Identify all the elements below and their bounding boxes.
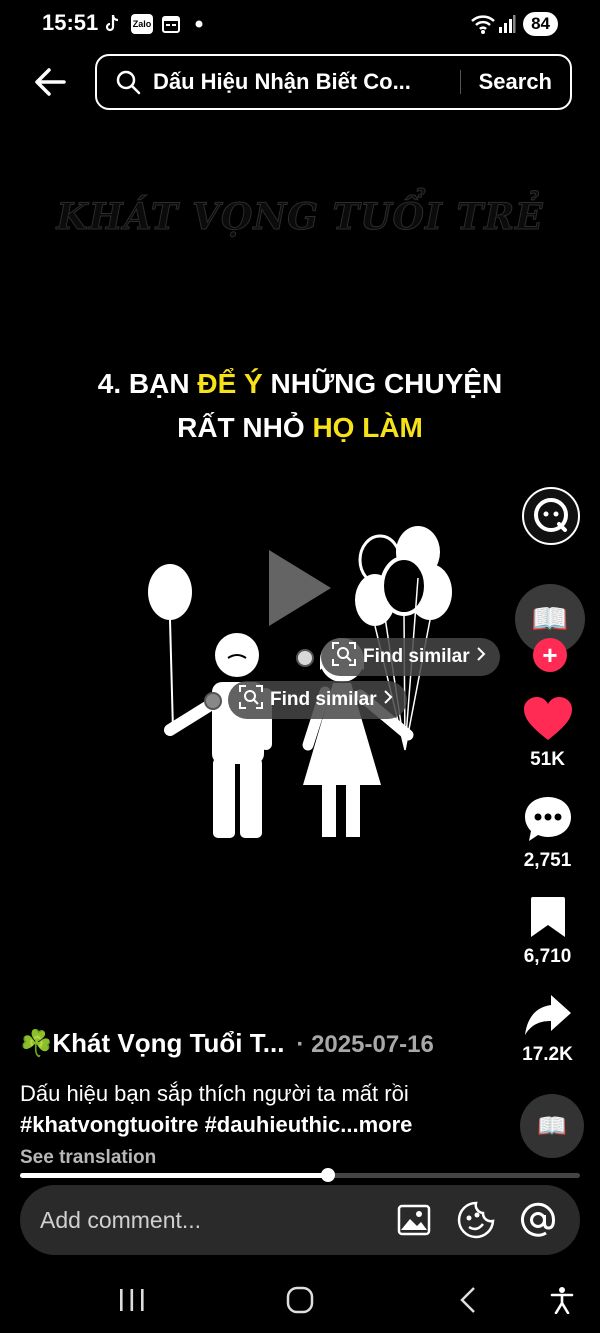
battery-indicator: 84: [523, 12, 558, 36]
chevron-right-icon: [383, 689, 393, 711]
hashtags[interactable]: #khatvongtuoitre #dauhieuthic...: [20, 1112, 359, 1137]
headline-highlight: HỌ LÀM: [312, 412, 423, 443]
chevron-right-icon: [476, 646, 486, 668]
recent-apps-button[interactable]: [110, 1280, 154, 1320]
back-button[interactable]: [30, 62, 70, 102]
author-line: ☘️Khát Vọng Tuổi T... · 2025-07-16: [20, 1028, 434, 1059]
progress-fill: [20, 1173, 328, 1178]
heart-icon: [523, 697, 572, 740]
comment-action[interactable]: 2,751: [495, 795, 600, 872]
more-notifications-dot: [189, 14, 209, 34]
image-icon[interactable]: [394, 1200, 434, 1240]
play-button[interactable]: [265, 548, 335, 628]
share-count: 17.2K: [522, 1044, 573, 1065]
comment-count: 2,751: [523, 850, 572, 871]
arrow-left-icon: [35, 68, 66, 96]
search-button[interactable]: Search: [479, 69, 552, 95]
bookmark-icon: [530, 897, 565, 937]
search-box: Dấu Hiệu Nhận Biết Co... Search: [95, 54, 572, 110]
mention-icon[interactable]: [518, 1200, 558, 1240]
see-translation-link[interactable]: See translation: [20, 1147, 156, 1169]
ai-search-button[interactable]: [521, 486, 581, 546]
find-similar-label: Find similar: [363, 646, 470, 667]
caption-text: Dấu hiệu bạn sắp thích người ta mất rồi: [20, 1081, 409, 1106]
status-time: 15:51: [42, 10, 99, 35]
comment-input[interactable]: Add comment...: [40, 1207, 394, 1234]
home-icon: [286, 1286, 314, 1314]
chevron-left-icon: [460, 1287, 475, 1313]
music-disc[interactable]: 📖: [520, 1094, 584, 1158]
progress-handle[interactable]: [321, 1168, 335, 1182]
find-similar-button[interactable]: Find similar: [321, 638, 500, 676]
zalo-icon: Zalo: [131, 14, 153, 34]
search-divider: [459, 70, 461, 94]
video-headline: 4. BẠN ĐỂ Ý NHỮNG CHUYỆN RẤT NHỎ HỌ LÀM: [0, 362, 600, 450]
find-similar-button[interactable]: Find similar: [228, 681, 407, 719]
recent-apps-icon: [120, 1289, 144, 1311]
search-icon: [115, 69, 141, 95]
visual-search-icon: [238, 684, 264, 716]
share-action[interactable]: 17.2K: [495, 993, 600, 1066]
post-date: · 2025-07-16: [296, 1031, 434, 1058]
visual-search-icon: [331, 641, 357, 673]
bookmark-count: 6,710: [523, 946, 572, 967]
headline-text: 4. BẠN: [97, 368, 198, 399]
signal-icon: [498, 14, 516, 39]
like-count: 51K: [530, 749, 565, 770]
notification-icons: Zalo: [103, 14, 209, 34]
home-button[interactable]: [278, 1280, 322, 1320]
book-icon: 📖: [531, 602, 569, 636]
find-similar-label: Find similar: [270, 689, 377, 710]
more-link[interactable]: more: [359, 1112, 413, 1137]
tiktok-icon: [103, 14, 123, 34]
video-caption: Dấu hiệu bạn sắp thích người ta mất rồi …: [20, 1078, 490, 1140]
author-name[interactable]: ☘️Khát Vọng Tuổi T...: [20, 1028, 284, 1059]
bookmark-action[interactable]: 6,710: [495, 895, 600, 968]
headline-text: RẤT NHỎ: [177, 412, 313, 443]
plus-icon: +: [542, 639, 558, 670]
play-icon: [269, 550, 331, 626]
book-icon: 📖: [537, 1112, 567, 1140]
back-nav-button[interactable]: [446, 1280, 490, 1320]
follow-button[interactable]: +: [533, 638, 567, 672]
share-arrow-icon: [524, 995, 571, 1035]
headline-highlight: ĐỂ Ý: [197, 368, 263, 399]
search-input[interactable]: Dấu Hiệu Nhận Biết Co...: [153, 69, 442, 95]
emoji-sticker-icon[interactable]: [456, 1200, 496, 1240]
comment-bubble-icon: [524, 797, 571, 841]
comment-bar: Add comment...: [20, 1185, 580, 1255]
like-action[interactable]: 51K: [495, 696, 600, 771]
wifi-icon: [470, 13, 496, 40]
find-similar-anchor-dot: [296, 649, 314, 667]
accessibility-button[interactable]: [540, 1280, 584, 1320]
find-similar-anchor-dot: [204, 692, 222, 710]
calendar-icon: [161, 14, 181, 34]
video-watermark: KHÁT VỌNG TUỔI TRẺ: [56, 196, 544, 239]
ai-search-icon: [522, 487, 580, 545]
headline-text: NHỮNG CHUYỆN: [262, 368, 503, 399]
accessibility-icon: [550, 1287, 574, 1314]
